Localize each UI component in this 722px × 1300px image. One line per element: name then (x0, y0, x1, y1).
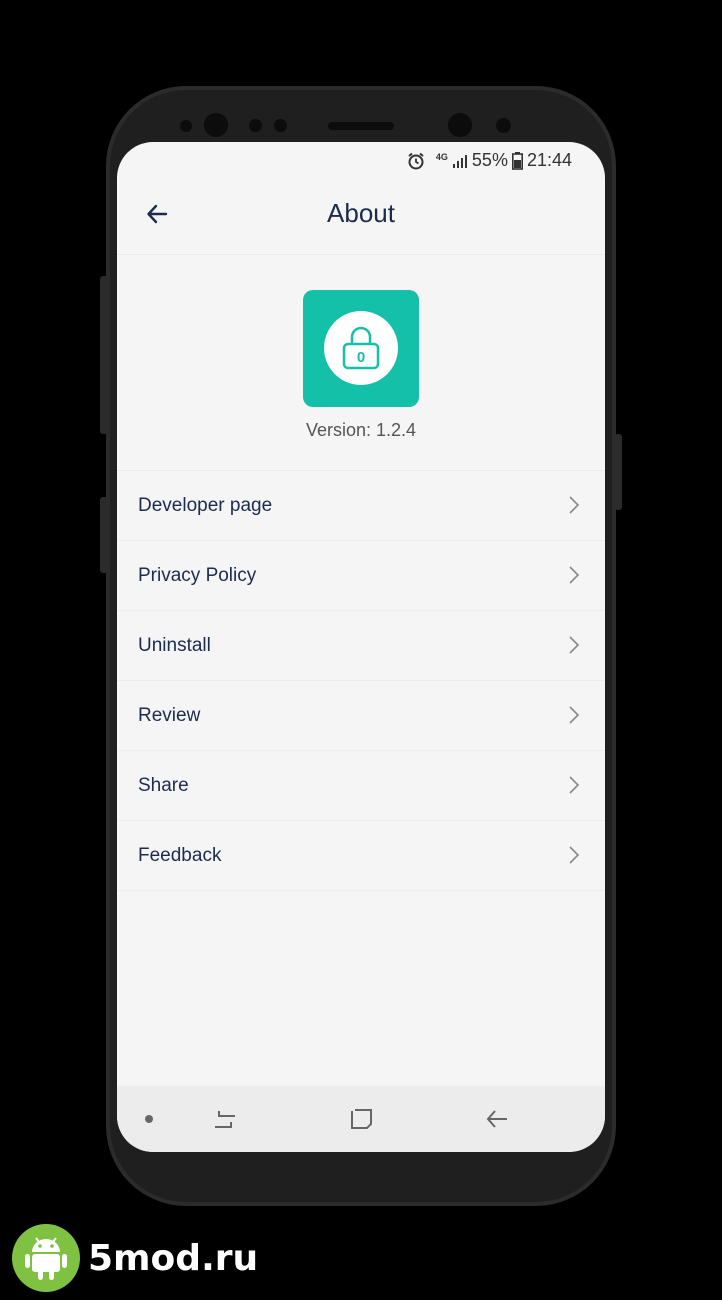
network-type-label: 4G (435, 151, 448, 162)
menu-item-uninstall[interactable]: Uninstall (117, 611, 605, 681)
chevron-right-icon (567, 776, 581, 794)
light-sensor (274, 119, 287, 132)
battery-icon (511, 151, 523, 170)
menu-item-developer-page[interactable]: Developer page (117, 471, 605, 541)
power-button (614, 434, 622, 510)
screen: 4G 55% 21:44 About 0 Version: 1.2.4 Deve… (117, 142, 605, 1152)
back-icon[interactable] (485, 1107, 509, 1136)
page-title: About (327, 198, 395, 228)
version-label: Version: 1.2.4 (305, 420, 417, 440)
lock-icon: 0 (341, 323, 381, 376)
status-bar: 4G 55% 21:44 (117, 142, 605, 176)
clock: 21:44 (526, 150, 572, 170)
recents-icon[interactable] (213, 1107, 237, 1136)
menu-item-label: Share (138, 775, 189, 796)
menu-item-share[interactable]: Share (117, 751, 605, 821)
menu-item-privacy-policy[interactable]: Privacy Policy (117, 541, 605, 611)
chevron-right-icon (567, 706, 581, 724)
iris-camera (448, 113, 472, 137)
battery-percent: 55% (471, 150, 508, 170)
app-info: 0 Version: 1.2.4 (117, 254, 605, 471)
android-logo-icon (12, 1224, 80, 1292)
iris-sensor (496, 118, 511, 133)
menu-item-label: Developer page (138, 495, 273, 516)
earpiece-speaker (328, 122, 394, 130)
menu-item-label: Uninstall (138, 635, 211, 656)
chevron-right-icon (567, 846, 581, 864)
menu-item-feedback[interactable]: Feedback (117, 821, 605, 891)
nav-hide-dot[interactable] (145, 1115, 153, 1123)
menu-item-label: Privacy Policy (138, 565, 257, 586)
volume-button (100, 276, 108, 434)
chevron-right-icon (567, 636, 581, 654)
front-camera (204, 113, 228, 137)
menu-item-label: Review (138, 705, 201, 726)
lock-digit: 0 (357, 349, 365, 366)
menu-item-review[interactable]: Review (117, 681, 605, 751)
status-indicators: 4G 55% 21:44 (406, 150, 572, 171)
signal-icon (452, 153, 468, 169)
menu-item-label: Feedback (138, 845, 222, 866)
alarm-icon (406, 151, 426, 171)
chevron-right-icon (567, 566, 581, 584)
chevron-right-icon (567, 496, 581, 514)
watermark-text: 5mod.ru (88, 1237, 259, 1279)
system-nav-bar (117, 1086, 605, 1152)
front-sensor (180, 120, 192, 132)
home-icon[interactable] (349, 1107, 373, 1136)
bixby-button (100, 497, 108, 573)
app-logo: 0 (303, 290, 419, 407)
proximity-sensor (249, 119, 262, 132)
about-menu: Developer page Privacy Policy Uninstall … (117, 471, 605, 891)
watermark: 5mod.ru (12, 1224, 258, 1292)
app-bar: About (117, 176, 605, 255)
logo-circle: 0 (324, 311, 398, 385)
